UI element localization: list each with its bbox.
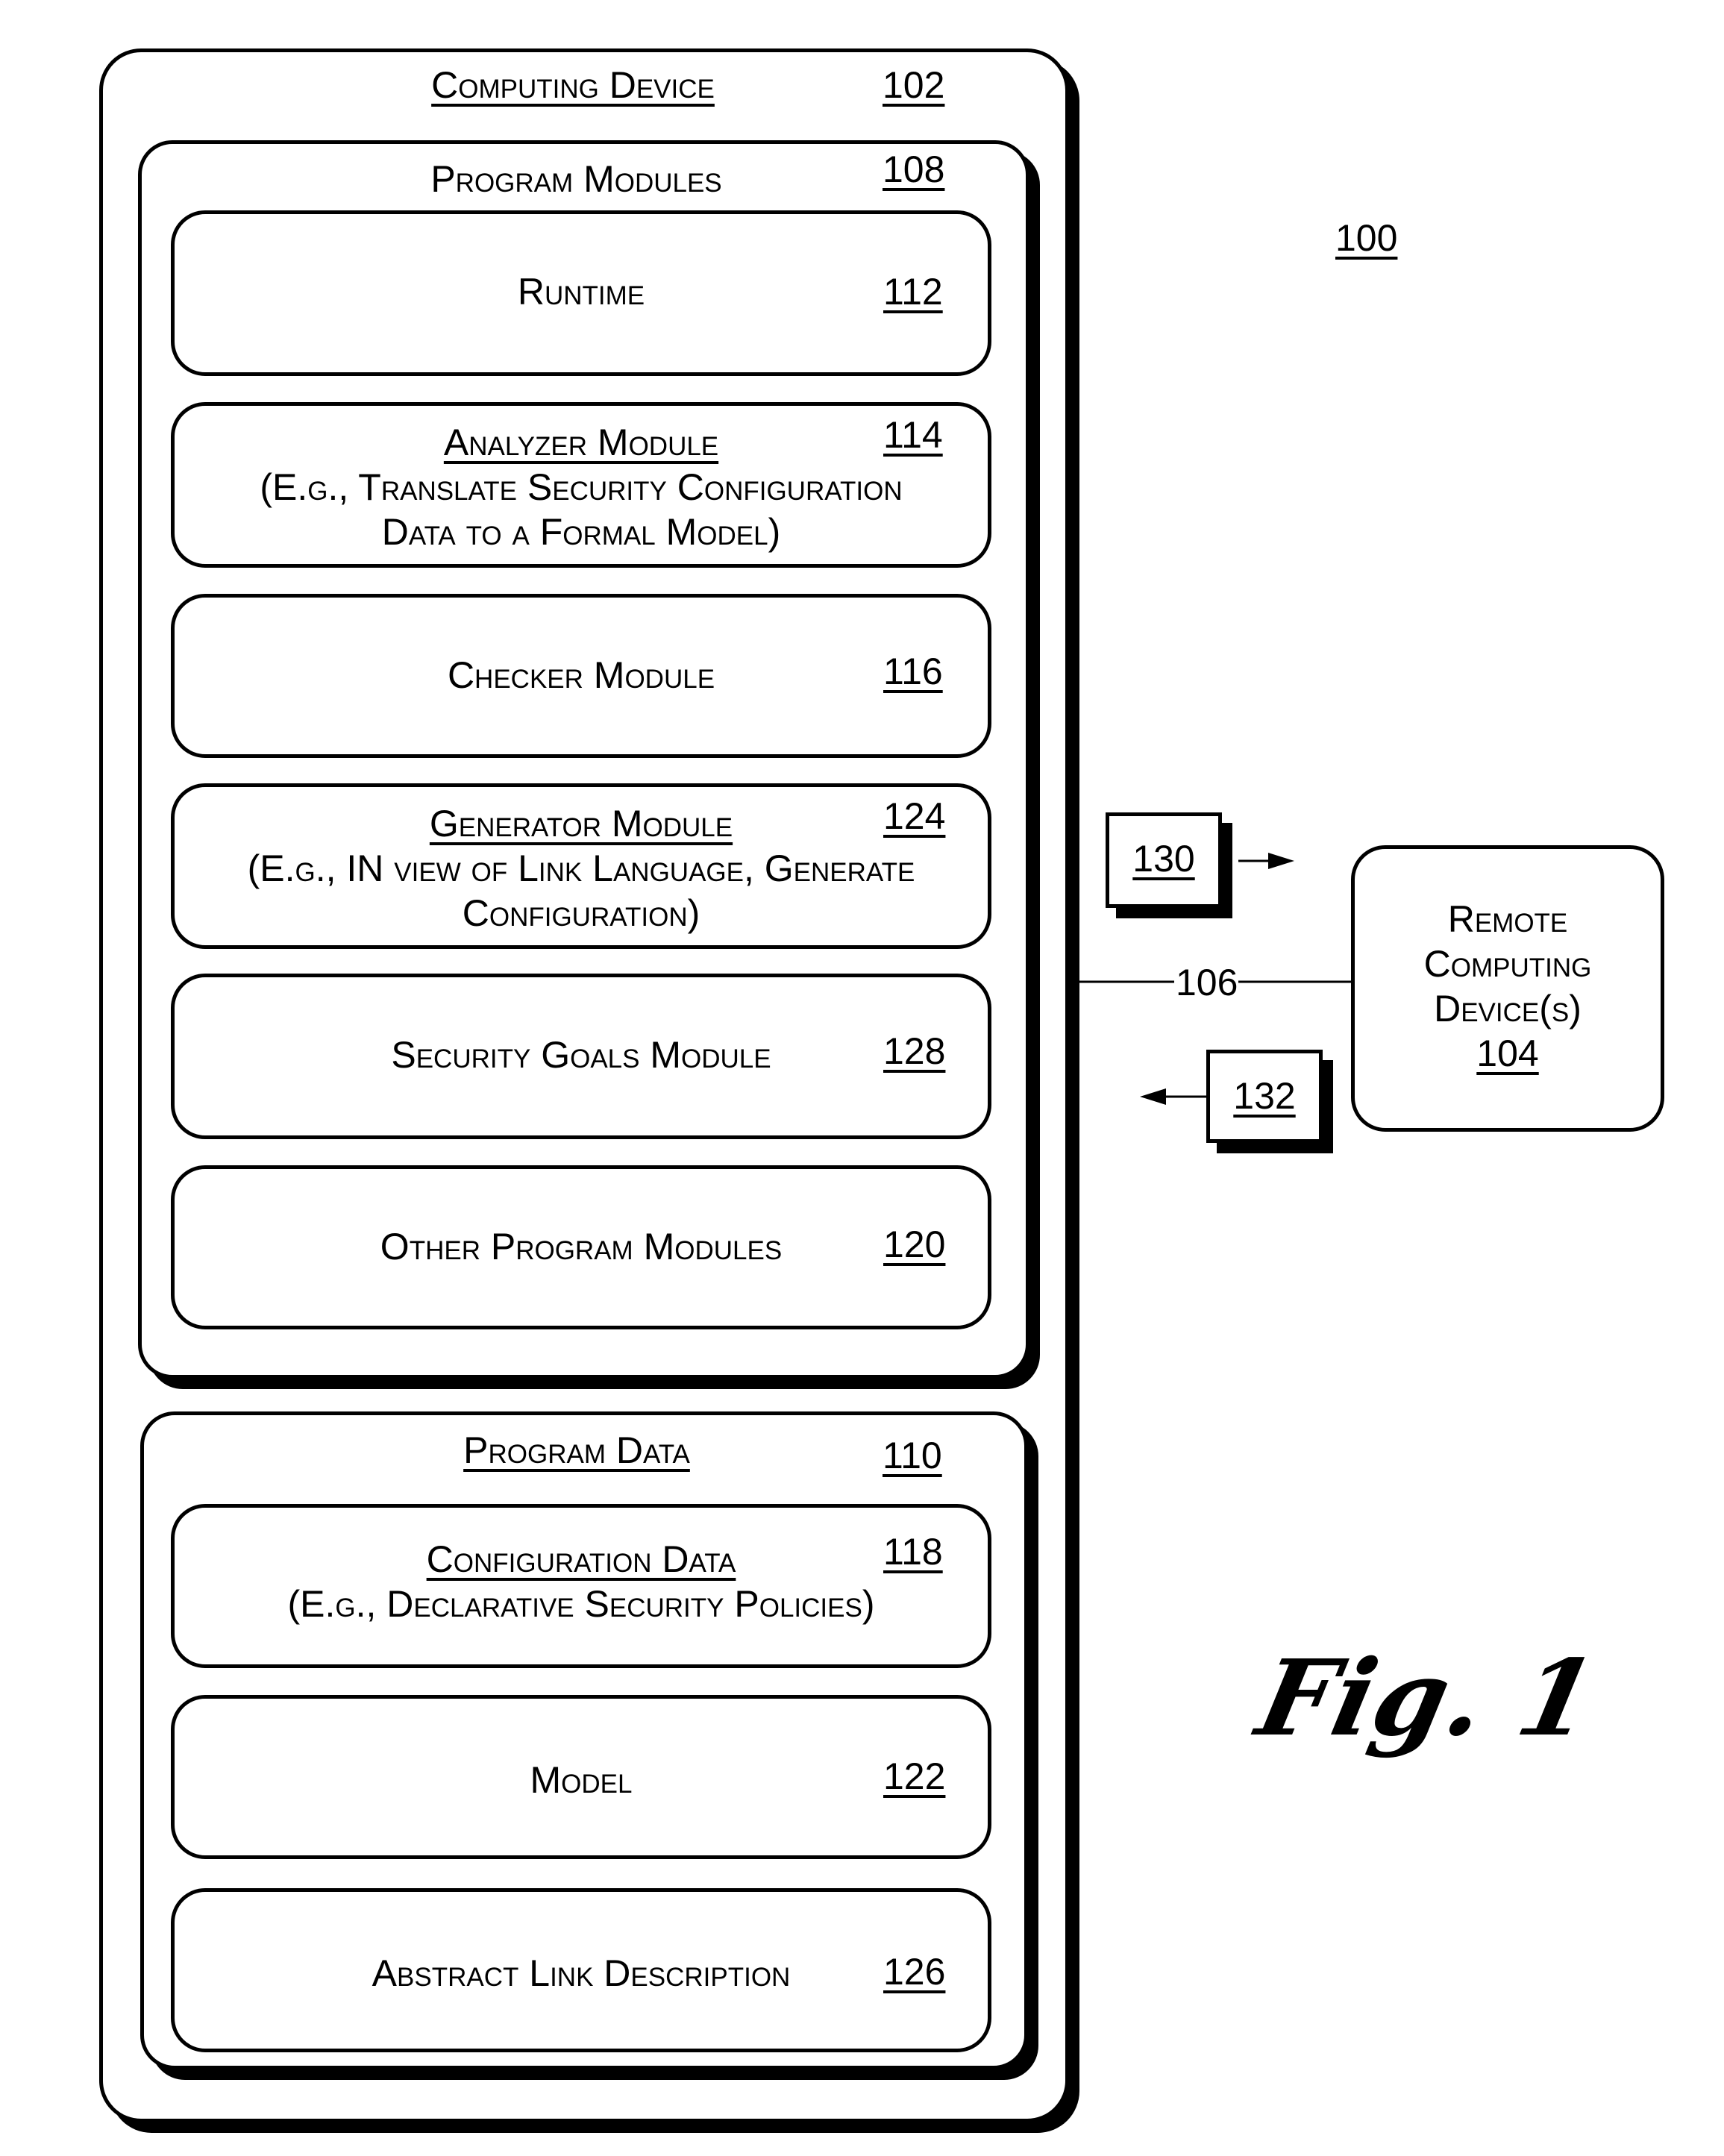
checker-module-ref: 116: [883, 651, 943, 692]
analyzer-module-desc-1: (E.g., Translate Security Configuration: [260, 466, 903, 508]
generator-module-desc-1: (E.g., IN view of Link Language, Generat…: [247, 847, 915, 889]
checker-module-title: Checker Module: [447, 654, 715, 696]
configuration-data-ref: 118: [883, 1531, 943, 1573]
abstract-link-description-ref: 126: [883, 1951, 946, 1993]
remote-device-line-1: Remote: [1447, 898, 1568, 940]
runtime-title: Runtime: [517, 271, 645, 313]
arrow-right-icon: [1238, 853, 1294, 869]
abstract-link-description-title: Abstract Link Description: [372, 1952, 791, 1994]
analyzer-module-title: Analyzer Module: [443, 422, 719, 463]
analyzer-module-ref: 114: [883, 414, 943, 456]
message-box-132: 132: [1206, 1050, 1323, 1143]
generator-module-box: Generator Module 124 (E.g., IN view of L…: [171, 783, 991, 949]
analyzer-module-box: Analyzer Module 114 (E.g., Translate Sec…: [171, 402, 991, 568]
analyzer-module-desc-2: Data to a Formal Model): [381, 511, 781, 553]
security-goals-module-ref: 128: [883, 1030, 946, 1072]
model-title: Model: [530, 1759, 633, 1801]
security-goals-module-box: Security Goals Module 128: [171, 974, 991, 1139]
message-ref-130: 130: [1132, 838, 1195, 880]
abstract-link-description-box: Abstract Link Description 126: [171, 1888, 991, 2052]
other-program-modules-ref: 120: [883, 1223, 946, 1265]
computing-device-ref: 102: [883, 64, 945, 106]
model-box: Model 122: [171, 1695, 991, 1859]
configuration-data-desc: (E.g., Declarative Security Policies): [287, 1583, 875, 1625]
network-ref: 106: [1176, 962, 1238, 1003]
message-ref-132: 132: [1233, 1075, 1296, 1117]
figure-caption: Fig. 1: [1247, 1638, 1606, 1760]
generator-module-desc-2: Configuration): [462, 892, 700, 934]
runtime-ref: 112: [883, 271, 943, 313]
checker-module-box: Checker Module 116: [171, 594, 991, 758]
runtime-box: Runtime 112: [171, 210, 991, 376]
generator-module-ref: 124: [883, 795, 946, 837]
program-modules-ref: 108: [883, 148, 945, 190]
other-program-modules-box: Other Program Modules 120: [171, 1165, 991, 1329]
program-data-ref: 110: [883, 1435, 942, 1476]
remote-device-line-2: Computing: [1423, 943, 1592, 985]
other-program-modules-title: Other Program Modules: [380, 1226, 783, 1267]
remote-device-ref: 104: [1476, 1032, 1539, 1074]
security-goals-module-title: Security Goals Module: [391, 1034, 771, 1076]
model-ref: 122: [883, 1755, 946, 1797]
generator-module-title: Generator Module: [429, 803, 733, 844]
figure-number: 100: [1335, 217, 1398, 259]
remote-device-line-3: Device(s): [1434, 988, 1582, 1030]
remote-computing-device-box: Remote Computing Device(s) 104: [1351, 845, 1664, 1132]
message-box-130: 130: [1106, 812, 1222, 908]
configuration-data-title: Configuration Data: [426, 1538, 736, 1580]
configuration-data-box: Configuration Data 118 (E.g., Declarativ…: [171, 1504, 991, 1668]
arrow-left-icon: [1140, 1088, 1206, 1105]
